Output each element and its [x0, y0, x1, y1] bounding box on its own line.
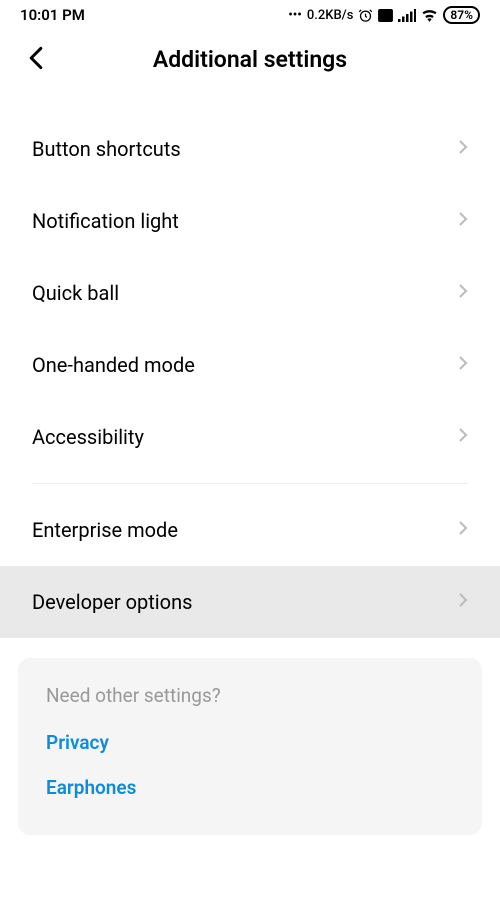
back-icon — [28, 46, 44, 70]
chevron-right-icon — [458, 211, 468, 231]
page-title: Additional settings — [20, 46, 480, 73]
wifi-icon — [421, 9, 438, 22]
item-developer-options[interactable]: Developer options — [0, 566, 500, 638]
chevron-right-icon — [458, 139, 468, 159]
list-item-label: Button shortcuts — [32, 137, 181, 161]
dots-icon: ••• — [288, 8, 302, 23]
list-item-label: Notification light — [32, 209, 179, 233]
status-right: ••• 0.2KB/s 87% — [288, 6, 480, 24]
status-bar: 10:01 PM ••• 0.2KB/s 87% — [0, 0, 500, 28]
header: Additional settings — [0, 28, 500, 93]
item-notification-light[interactable]: Notification light — [0, 185, 500, 257]
chevron-right-icon — [458, 427, 468, 447]
list-item-label: One-handed mode — [32, 353, 195, 377]
back-button[interactable] — [28, 46, 44, 70]
network-speed: 0.2KB/s — [307, 8, 354, 23]
item-enterprise-mode[interactable]: Enterprise mode — [0, 494, 500, 566]
help-link-earphones[interactable]: Earphones — [46, 776, 454, 799]
battery-icon: 87% — [443, 6, 480, 24]
list-item-label: Enterprise mode — [32, 518, 178, 542]
signal-icon — [398, 9, 416, 22]
item-button-shortcuts[interactable]: Button shortcuts — [0, 113, 500, 185]
chevron-right-icon — [458, 592, 468, 612]
help-link-privacy[interactable]: Privacy — [46, 731, 454, 754]
item-quick-ball[interactable]: Quick ball — [0, 257, 500, 329]
divider — [32, 483, 468, 484]
chevron-right-icon — [458, 355, 468, 375]
alarm-icon — [358, 8, 373, 23]
item-accessibility[interactable]: Accessibility — [0, 401, 500, 473]
list-item-label: Accessibility — [32, 425, 144, 449]
settings-list: Button shortcuts Notification light Quic… — [0, 93, 500, 638]
chevron-right-icon — [458, 283, 468, 303]
help-card: Need other settings? Privacy Earphones — [18, 658, 482, 835]
list-item-label: Developer options — [32, 590, 192, 614]
status-time: 10:01 PM — [20, 6, 85, 24]
item-one-handed-mode[interactable]: One-handed mode — [0, 329, 500, 401]
list-item-label: Quick ball — [32, 281, 119, 305]
volte-icon — [378, 9, 393, 22]
help-title: Need other settings? — [46, 684, 454, 707]
chevron-right-icon — [458, 520, 468, 540]
